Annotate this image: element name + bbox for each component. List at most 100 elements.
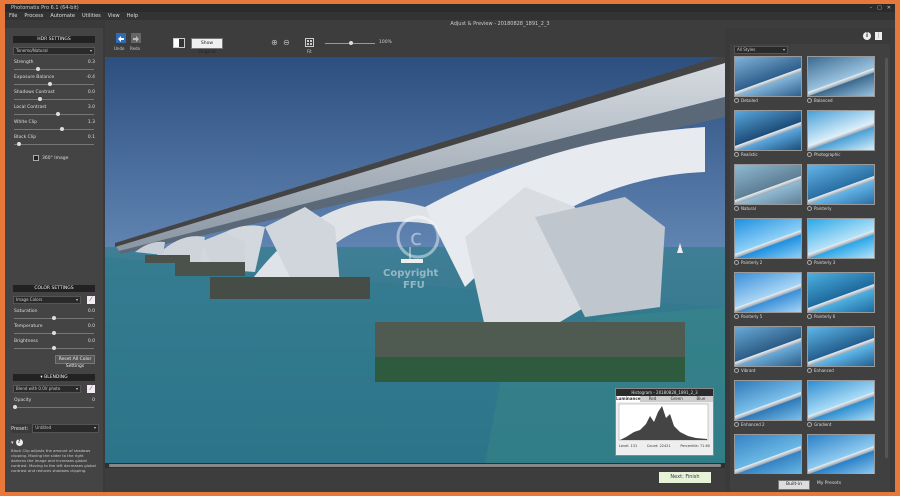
chevron-down-icon[interactable]: ▾ <box>11 440 14 446</box>
slider-track[interactable] <box>14 99 94 100</box>
style-thumbnail[interactable]: Realistic <box>734 110 802 157</box>
next-finish-button[interactable]: Next: Finish <box>659 472 711 483</box>
slider-track[interactable] <box>14 129 94 130</box>
slider-track[interactable] <box>14 69 94 70</box>
color-dropdown[interactable]: Image Colors ▾ <box>13 296 81 304</box>
slider-knob[interactable] <box>52 316 56 320</box>
style-radio[interactable] <box>807 422 812 427</box>
style-preview-image[interactable] <box>734 326 802 367</box>
panel-options-icon[interactable]: ⋮ <box>875 32 882 40</box>
style-radio[interactable] <box>807 260 812 265</box>
style-thumbnail[interactable]: Enhanced 2 <box>734 380 802 427</box>
style-radio[interactable] <box>734 98 739 103</box>
close-button[interactable]: ✕ <box>887 4 891 12</box>
style-radio[interactable] <box>734 260 739 265</box>
color_sliders-slider[interactable]: Saturation 0.0 <box>13 308 95 323</box>
style-thumbnail[interactable]: Painterly 3 <box>807 218 875 265</box>
menu-view[interactable]: View <box>108 12 120 20</box>
menu-process[interactable]: Process <box>24 12 43 20</box>
slider-knob[interactable] <box>16 142 21 146</box>
style-thumbnail[interactable]: Painterly <box>807 164 875 211</box>
zoom-out-icon[interactable]: ⊖ <box>283 38 290 47</box>
slider-track[interactable] <box>14 114 94 115</box>
slider-knob[interactable] <box>48 82 53 86</box>
method-dropdown[interactable]: Tonemo/Natural ▾ <box>13 47 95 55</box>
split-view-icon[interactable] <box>173 38 185 48</box>
style-preview-image[interactable] <box>734 110 802 151</box>
help-icon[interactable]: ? <box>15 439 23 446</box>
style-radio[interactable] <box>734 422 739 427</box>
style-thumbnail[interactable]: Balanced <box>807 56 875 103</box>
reset-color-button[interactable]: Reset All Color Settings <box>55 355 95 369</box>
slider-track[interactable] <box>14 84 94 85</box>
slider-knob[interactable] <box>52 331 56 335</box>
blending-header[interactable]: ▾ BLENDING <box>13 374 95 381</box>
zoom-in-icon[interactable]: ⊕ <box>271 38 278 47</box>
brush-icon[interactable]: ⁄ <box>87 385 95 393</box>
style-radio[interactable] <box>807 98 812 103</box>
slider-knob[interactable] <box>59 127 64 131</box>
zoom-slider-knob[interactable] <box>349 41 353 45</box>
slider-knob[interactable] <box>55 112 60 116</box>
checkbox-box[interactable] <box>33 155 39 161</box>
slider-track[interactable] <box>14 407 94 408</box>
sliders-slider[interactable]: Strength 0.3 <box>13 59 95 74</box>
style-preview-image[interactable] <box>807 110 875 151</box>
menu-file[interactable]: File <box>9 12 17 20</box>
color-settings-header[interactable]: COLOR SETTINGS <box>13 285 95 292</box>
redo-button[interactable] <box>130 32 142 44</box>
slider-track[interactable] <box>14 144 94 145</box>
style-preview-image[interactable] <box>807 56 875 97</box>
style-radio[interactable] <box>734 368 739 373</box>
style-thumbnail[interactable]: Painterly 6 <box>807 272 875 319</box>
style-radio[interactable] <box>734 206 739 211</box>
menu-help[interactable]: Help <box>127 12 138 20</box>
opacity-slider[interactable]: Opacity 0 <box>13 397 95 412</box>
preview-image[interactable]: c Copyright FFU Histogram - 20180828_189… <box>105 57 725 463</box>
style-radio[interactable] <box>807 368 812 373</box>
color_sliders-slider[interactable]: Temperature 0.0 <box>13 323 95 338</box>
undo-button[interactable] <box>115 32 127 44</box>
sliders-slider[interactable]: Black Clip 0.1 <box>13 134 95 149</box>
preset-dropdown[interactable]: Untitled ▾ <box>32 424 99 433</box>
style-thumbnail[interactable]: Detailed <box>734 56 802 103</box>
style-radio[interactable] <box>734 152 739 157</box>
menu-automate[interactable]: Automate <box>50 12 75 20</box>
style-preview-image[interactable] <box>807 326 875 367</box>
style-preview-image[interactable] <box>734 380 802 421</box>
sliders-slider[interactable]: Shadows Contrast 0.0 <box>13 89 95 104</box>
style-thumbnail[interactable]: Painterly 5 <box>734 272 802 319</box>
style-thumbnail[interactable] <box>734 434 802 474</box>
sliders-slider[interactable]: Exposure Balance -0.4 <box>13 74 95 89</box>
style-radio[interactable] <box>807 314 812 319</box>
sliders-slider[interactable]: Local Contrast 3.0 <box>13 104 95 119</box>
builtin-tab[interactable]: Built-in <box>778 480 810 490</box>
style-preview-image[interactable] <box>734 272 802 313</box>
style-preview-image[interactable] <box>734 218 802 259</box>
minimize-button[interactable]: – <box>870 4 873 12</box>
style-thumbnail[interactable] <box>807 434 875 474</box>
style-preview-image[interactable] <box>734 56 802 97</box>
style-thumbnail[interactable]: Vibrant <box>734 326 802 373</box>
style-thumbnail[interactable]: Natural <box>734 164 802 211</box>
info-icon[interactable]: i <box>863 32 871 40</box>
menu-utilities[interactable]: Utilities <box>82 12 101 20</box>
style-radio[interactable] <box>807 206 812 211</box>
styles-scrollbar[interactable] <box>885 58 888 458</box>
styles-filter-dropdown[interactable]: All Styles ▾ <box>734 46 788 54</box>
style-preview-image[interactable] <box>734 164 802 205</box>
color-picker-icon[interactable]: ⁄ <box>87 296 95 304</box>
style-preview-image[interactable] <box>807 218 875 259</box>
style-thumbnail[interactable]: Photographic <box>807 110 875 157</box>
style-preview-image[interactable] <box>807 434 875 474</box>
color_sliders-slider[interactable]: Brightness 0.0 <box>13 338 95 353</box>
style-preview-image[interactable] <box>807 380 875 421</box>
style-thumbnail[interactable]: Gradient <box>807 380 875 427</box>
style-thumbnail[interactable]: Enhanced <box>807 326 875 373</box>
blend-dropdown[interactable]: Blend with 0.0V photo ▾ <box>13 385 81 393</box>
360-image-checkbox[interactable]: 360° Image <box>33 155 75 161</box>
style-radio[interactable] <box>807 152 812 157</box>
style-preview-image[interactable] <box>807 164 875 205</box>
style-preview-image[interactable] <box>807 272 875 313</box>
slider-knob[interactable] <box>52 346 56 350</box>
